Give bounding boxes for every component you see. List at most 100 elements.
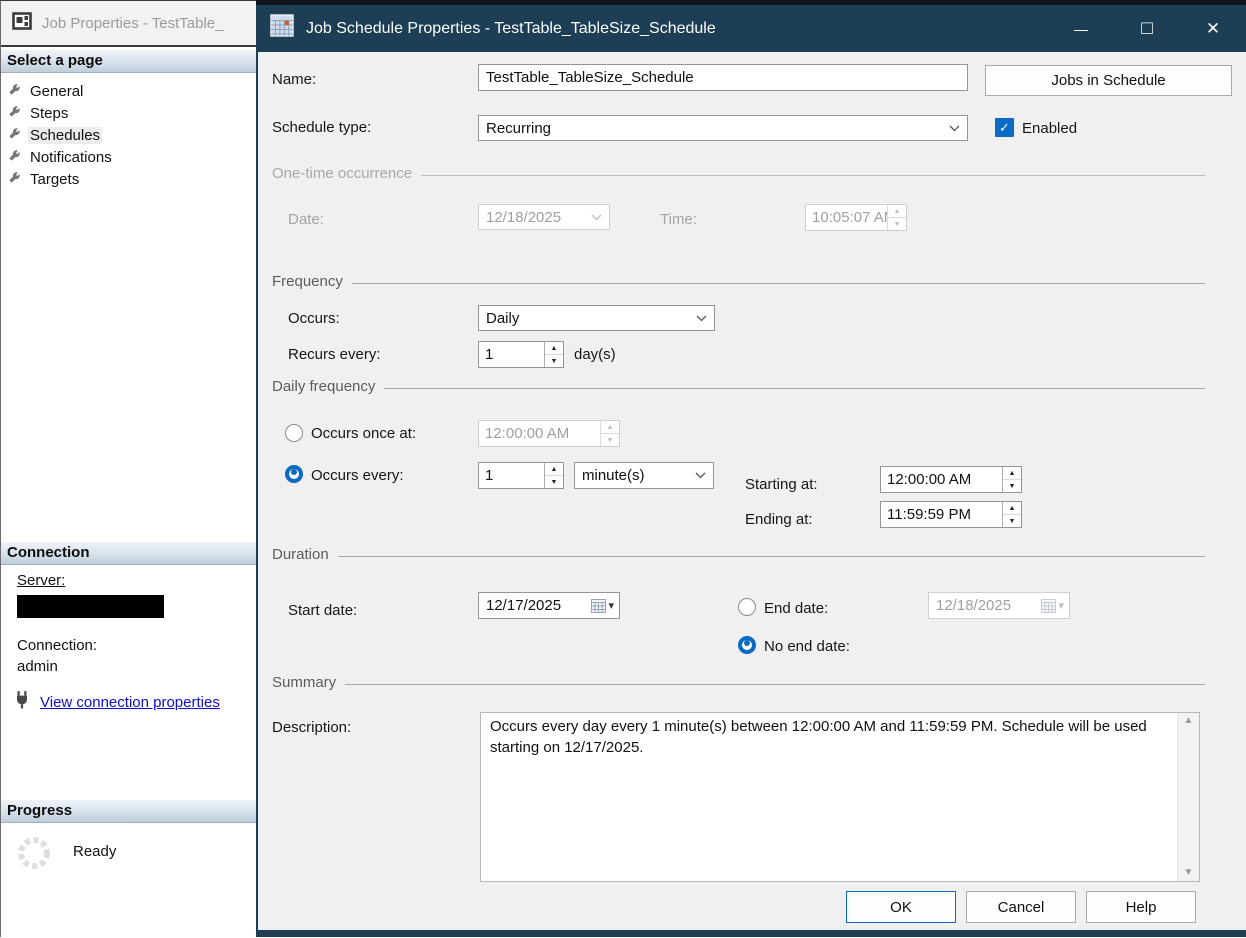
occurs-every-label: Occurs every: <box>311 466 404 486</box>
wrench-icon <box>8 171 21 188</box>
enabled-label: Enabled <box>1022 119 1077 139</box>
spinner-buttons[interactable]: ▲ ▼ <box>544 342 563 367</box>
scroll-down-icon[interactable]: ▼ <box>1184 868 1194 878</box>
group-divider <box>421 175 1205 176</box>
summary-header: Summary <box>272 674 336 691</box>
maximize-button[interactable]: □ <box>1114 5 1180 52</box>
wrench-icon <box>8 127 21 144</box>
chevron-down-icon <box>949 125 960 132</box>
date-drop-icon: ▾ <box>1058 601 1064 611</box>
spin-down-icon: ▼ <box>601 434 619 446</box>
start-date-picker[interactable]: 12/17/2025 ▾ <box>478 592 620 619</box>
description-text: Occurs every day every 1 minute(s) betwe… <box>481 713 1177 881</box>
occurs-once-at-radio[interactable] <box>285 424 303 442</box>
end-date-picker: 12/18/2025 ▾ <box>928 592 1070 619</box>
spinner-buttons[interactable]: ▲ ▼ <box>1002 467 1021 492</box>
spin-down-icon[interactable]: ▼ <box>1003 480 1021 492</box>
occurs-every-unit-select[interactable]: minute(s) <box>574 462 714 489</box>
no-end-date-radio[interactable] <box>738 636 756 654</box>
description-textarea[interactable]: Occurs every day every 1 minute(s) betwe… <box>480 712 1200 882</box>
occurs-once-time-spinner: 12:00:00 AM ▲ ▼ <box>478 420 620 447</box>
scroll-up-icon[interactable]: ▲ <box>1184 716 1194 726</box>
one-time-time-value: 10:05:07 AM <box>806 209 887 226</box>
group-divider <box>345 684 1205 685</box>
ok-button[interactable]: OK <box>846 891 956 923</box>
enabled-checkbox[interactable]: ✓ <box>995 118 1014 137</box>
select-a-page-header: Select a page <box>1 50 256 73</box>
end-date-radio[interactable] <box>738 598 756 616</box>
schedule-type-label: Schedule type: <box>272 118 371 138</box>
dialog-titlebar: Job Schedule Properties - TestTable_Tabl… <box>256 5 1246 52</box>
ending-at-label: Ending at: <box>745 510 813 530</box>
background-window: Job Properties - TestTable_ Select a pag… <box>0 0 256 937</box>
description-label: Description: <box>272 718 351 738</box>
schedule-type-value: Recurring <box>486 120 551 137</box>
date-drop-icon: ▾ <box>608 601 614 611</box>
chevron-down-icon <box>695 472 706 479</box>
jobs-in-schedule-button[interactable]: Jobs in Schedule <box>985 65 1232 96</box>
start-date-label: Start date: <box>288 601 357 621</box>
progress-header: Progress <box>1 800 256 823</box>
occurs-every-radio[interactable] <box>285 465 303 483</box>
starting-at-value: 12:00:00 AM <box>881 471 1002 488</box>
recurs-every-spinner[interactable]: 1 ▲ ▼ <box>478 341 564 368</box>
connection-header: Connection <box>1 542 256 565</box>
schedule-calendar-icon <box>270 14 295 43</box>
calendar-icon: ▾ <box>591 599 614 613</box>
frequency-group: Frequency <box>272 273 1205 290</box>
spin-up-icon[interactable]: ▲ <box>545 463 563 476</box>
minimize-button[interactable]: — <box>1048 5 1114 52</box>
end-date-label: End date: <box>764 599 828 619</box>
sidebar-item-label: Steps <box>28 105 70 122</box>
server-value-redacted <box>17 595 164 618</box>
wrench-icon <box>8 149 21 166</box>
background-window-title: Job Properties - TestTable_ <box>42 15 224 32</box>
radio-ring <box>742 640 752 650</box>
spinner-buttons[interactable]: ▲ ▼ <box>1002 502 1021 527</box>
sidebar-item-notifications[interactable]: Notifications <box>8 147 114 168</box>
sidebar-item-schedules[interactable]: Schedules <box>8 125 102 146</box>
radio-ring <box>289 469 299 479</box>
view-connection-properties-link[interactable]: View connection properties <box>40 694 220 711</box>
spin-up-icon: ▲ <box>601 421 619 434</box>
occurs-value: Daily <box>486 310 519 327</box>
sidebar-item-label: General <box>28 83 85 100</box>
occurs-select[interactable]: Daily <box>478 305 715 331</box>
one-time-date-value: 12/18/2025 <box>486 209 561 226</box>
ending-at-spinner[interactable]: 11:59:59 PM ▲ ▼ <box>880 501 1022 528</box>
connection-label: Connection: <box>17 636 97 656</box>
spin-down-icon[interactable]: ▼ <box>545 476 563 488</box>
calendar-icon: ▾ <box>1041 599 1064 613</box>
summary-group: Summary <box>272 674 1205 691</box>
plug-icon <box>13 690 31 714</box>
one-time-occurrence-group: One-time occurrence <box>272 165 1205 182</box>
spinner-buttons[interactable]: ▲ ▼ <box>544 463 563 488</box>
daily-frequency-group: Daily frequency <box>272 378 1205 395</box>
recurs-every-label: Recurs every: <box>288 345 381 365</box>
sidebar-item-general[interactable]: General <box>8 81 85 102</box>
spin-down-icon[interactable]: ▼ <box>545 355 563 367</box>
spin-up-icon[interactable]: ▲ <box>1003 467 1021 480</box>
daily-frequency-header: Daily frequency <box>272 378 375 395</box>
cancel-button[interactable]: Cancel <box>966 891 1076 923</box>
description-scrollbar[interactable]: ▲ ▼ <box>1177 713 1199 881</box>
help-button[interactable]: Help <box>1086 891 1196 923</box>
ending-at-value: 11:59:59 PM <box>881 506 1002 523</box>
group-divider <box>352 283 1205 284</box>
spin-up-icon[interactable]: ▲ <box>545 342 563 355</box>
frequency-header: Frequency <box>272 273 343 290</box>
starting-at-spinner[interactable]: 12:00:00 AM ▲ ▼ <box>880 466 1022 493</box>
name-input[interactable]: TestTable_TableSize_Schedule <box>478 64 968 91</box>
schedule-type-select[interactable]: Recurring <box>478 115 968 141</box>
occurs-every-value-spinner[interactable]: 1 ▲ ▼ <box>478 462 564 489</box>
job-schedule-properties-dialog: Job Schedule Properties - TestTable_Tabl… <box>256 0 1246 937</box>
close-button[interactable]: ✕ <box>1180 5 1246 52</box>
group-divider <box>384 388 1205 389</box>
spin-down-icon[interactable]: ▼ <box>1003 515 1021 527</box>
sidebar-item-steps[interactable]: Steps <box>8 103 70 124</box>
sidebar-item-targets[interactable]: Targets <box>8 169 81 190</box>
progress-spinner-icon <box>16 835 52 876</box>
start-date-value: 12/17/2025 <box>486 597 561 614</box>
spin-up-icon[interactable]: ▲ <box>1003 502 1021 515</box>
no-end-date-label: No end date: <box>764 637 850 657</box>
